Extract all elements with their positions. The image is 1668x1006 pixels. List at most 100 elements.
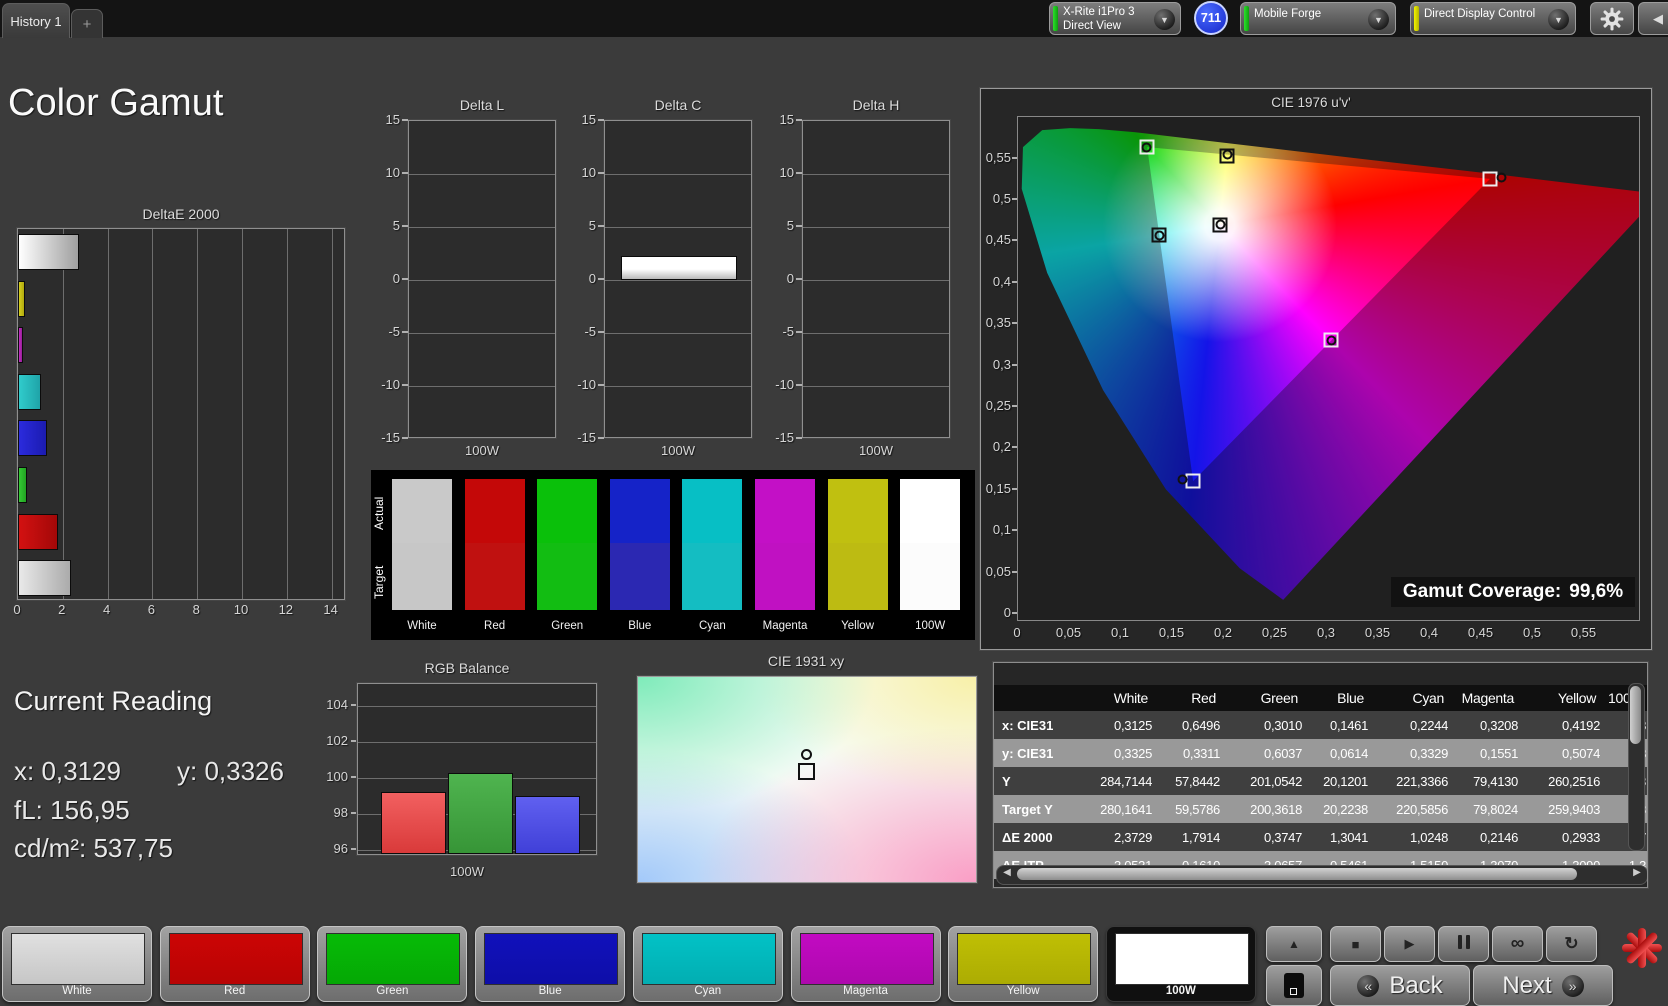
table-row-label: Target Y [1002,801,1053,817]
cie1976-marker-ring [1154,230,1165,241]
cie1976-marker-white [1212,217,1228,233]
delta-chart-title: Delta C [654,97,702,113]
pattern-button-label: Cyan [694,985,722,997]
delta-bar [621,255,737,280]
continuous-measure-button[interactable]: ∞ [1492,926,1543,962]
deltae-bar-white [18,560,72,597]
swatch-label: Red [484,620,506,632]
table-cell: 201,0542 [1250,773,1302,789]
cie1976-marker-ring [1215,219,1226,230]
pattern-button-label: Green [376,985,409,997]
next-button[interactable]: Next» [1473,965,1613,1006]
workflow-dropdown[interactable]: Direct Display Control ▼ [1410,2,1576,35]
table-horizontal-scrollbar-thumb[interactable] [1017,868,1577,880]
pattern-button-white[interactable]: White [2,926,152,1002]
play-button[interactable]: ▶ [1384,926,1435,962]
deltae-gridline [107,229,109,599]
tick-mark [796,225,802,227]
cie-x-tick-label: 0,1 [1110,625,1130,640]
target-swatch [537,543,598,610]
scroll-left-icon[interactable]: ◀ [999,867,1015,881]
delta-gridline [605,386,751,387]
tick-mark [1012,405,1017,407]
table-vertical-scrollbar-thumb[interactable] [1630,686,1641,744]
table-cell: 0,6496 [1182,717,1220,733]
tick-mark [402,172,408,174]
deltae-gridline [152,229,154,599]
loop-button[interactable]: ↻ [1546,926,1597,962]
infinity-icon: ∞ [1510,933,1525,954]
meter-dropdown[interactable]: X-Rite i1Pro 3 Direct View ▼ [1049,2,1181,35]
pattern-button-label: 100W [1165,985,1196,997]
delta-y-tick-label: -10 [775,377,794,392]
delta-gridline [605,333,751,334]
table-column-header: Magenta [1461,690,1515,706]
cie1931-title: CIE 1931 xy [767,653,845,669]
source-dropdown[interactable]: Mobile Forge ▼ [1240,2,1396,35]
pause-button[interactable] [1438,926,1489,962]
delta-y-tick-label: -15 [775,430,794,445]
table-vertical-scrollbar[interactable] [1628,683,1645,851]
rgb-balance-title: RGB Balance [424,660,510,676]
delta-y-tick-label: 0 [786,271,794,286]
delta-y-tick-label: 15 [581,112,596,127]
cie1931-diagram [637,676,977,883]
actual-swatch [609,479,670,543]
table-cell: 59,5786 [1175,801,1220,817]
deltae-x-tick-label: 14 [323,602,338,617]
cie1976-marker-red [1482,171,1507,187]
table-cell: 1,7914 [1182,829,1220,845]
deltae-bar-yellow [18,280,25,317]
current-reading-title: Current Reading [14,686,213,716]
delta-gridline [605,227,751,228]
table-cell: 0,5074 [1562,745,1600,761]
actual-target-swatch-strip: Actual Target White Red Green Blue Cyan Magen… [371,470,975,640]
pattern-button-blue[interactable]: Blue [475,926,626,1002]
table-horizontal-scrollbar[interactable]: ◀ ▶ [996,865,1647,885]
delta-gridline [409,174,555,175]
pattern-button-yellow[interactable]: Yellow [948,926,1099,1002]
swatch-label: Magenta [762,620,808,632]
tick-mark [796,172,802,174]
table-column-header: Green [1260,690,1299,706]
pattern-button-magenta[interactable]: Magenta [790,926,941,1002]
pattern-swatch [799,933,934,985]
deltae-gridline [62,229,64,599]
scroll-right-icon[interactable]: ▶ [1629,867,1645,881]
collapse-panel-button[interactable]: ◀ [1638,2,1668,35]
tick-mark [402,437,408,439]
tick-mark [402,278,408,280]
chevron-down-icon: ▼ [1548,9,1569,30]
delta-y-tick-label: -10 [577,377,596,392]
tick-mark [1012,446,1017,449]
rgb-balance-chart [357,683,597,855]
pattern-button-cyan[interactable]: Cyan [632,926,783,1002]
tick-mark [1012,156,1017,159]
pattern-swatch [957,933,1092,985]
cie1931-measured-marker [801,749,812,760]
pattern-swatch [484,933,619,985]
actual-swatch [537,479,598,543]
pattern-panel-up-button[interactable]: ▲ [1266,926,1322,962]
pattern-button-red[interactable]: Red [159,926,310,1002]
new-tab-button[interactable]: + [71,9,103,38]
table-cell: 0,3125 [1114,717,1152,733]
settings-button[interactable] [1590,2,1634,35]
cie1976-marker-magenta [1323,332,1339,348]
pattern-window-button[interactable] [1266,965,1322,1006]
pattern-window-icon [1284,973,1304,998]
cie-x-tick-label: 0,3 [1316,625,1336,640]
back-button[interactable]: «Back [1330,965,1470,1006]
pattern-button-100w[interactable]: 100W [1105,926,1256,1002]
stop-button[interactable]: ■ [1330,926,1381,962]
rgb-gridline [358,742,596,743]
pattern-button-green[interactable]: Green [317,926,468,1002]
pause-icon [1456,934,1472,954]
deltae-x-tick-label: 6 [147,602,156,617]
table-row-label: ΔE 2000 [1002,829,1053,845]
deltae-x-tick-label: 12 [278,602,294,617]
tab-history-1[interactable]: History 1 [2,3,70,38]
tick-mark [402,384,408,386]
meter-count-badge[interactable]: 711 [1194,1,1228,35]
rgb-y-tick-label: 100 [326,769,348,784]
